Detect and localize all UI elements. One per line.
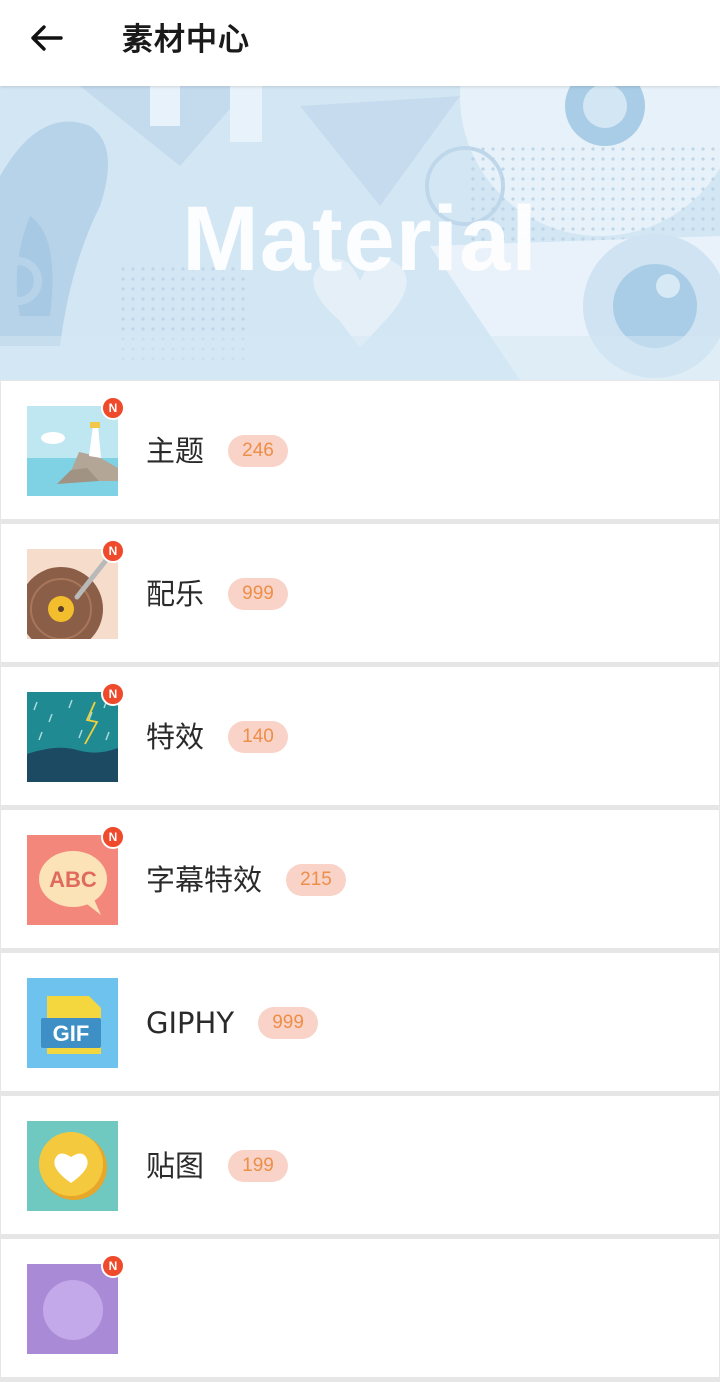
list-item-partial[interactable]: N — [1, 1239, 719, 1377]
list-item-theme[interactable]: N 主题 246 — [1, 381, 719, 519]
item-count-badge: 215 — [286, 864, 347, 896]
back-button[interactable] — [22, 18, 72, 62]
item-label: 字幕特效 — [146, 863, 263, 897]
abc-speech-bubble-icon: ABC — [27, 835, 118, 925]
list-item-subtitle-effects[interactable]: ABC N 字幕特效 215 — [1, 810, 719, 948]
svg-text:GIF: GIF — [53, 1021, 90, 1046]
list-item-effects[interactable]: N 特效 140 — [1, 667, 719, 805]
item-count-badge: 999 — [258, 1007, 319, 1039]
item-count-badge: 246 — [228, 435, 289, 467]
heart-sticker-icon — [27, 1121, 118, 1211]
lighthouse-theme-icon — [27, 406, 118, 496]
item-label: 贴图 — [146, 1149, 205, 1183]
app-bar: 素材中心 — [0, 0, 720, 86]
svg-text:ABC: ABC — [49, 867, 97, 892]
arrow-left-icon — [30, 23, 64, 57]
material-category-list: N 主题 246 N 配乐 999 N 特效 140 ABC N 字幕特效 21… — [0, 380, 720, 1382]
item-label: 特效 — [146, 720, 205, 754]
new-badge: N — [101, 1254, 125, 1278]
item-label: 配乐 — [146, 577, 205, 611]
new-badge: N — [101, 682, 125, 706]
gif-file-icon: GIF — [27, 978, 118, 1068]
purple-circle-icon — [27, 1264, 118, 1354]
new-badge: N — [101, 539, 125, 563]
item-count-badge: 999 — [228, 578, 289, 610]
new-badge: N — [101, 825, 125, 849]
banner-title: Material — [182, 187, 538, 290]
item-label: 主题 — [146, 434, 205, 468]
page-title: 素材中心 — [122, 22, 250, 58]
item-count-badge: 199 — [228, 1150, 289, 1182]
item-label: GIPHY — [146, 1006, 235, 1040]
rain-lightning-effect-icon — [27, 692, 118, 782]
list-item-music[interactable]: N 配乐 999 — [1, 524, 719, 662]
list-item-stickers[interactable]: 贴图 199 — [1, 1096, 719, 1234]
vinyl-record-music-icon — [27, 549, 118, 639]
material-banner[interactable]: Material — [0, 86, 720, 380]
item-count-badge: 140 — [228, 721, 289, 753]
list-item-giphy[interactable]: GIF GIPHY 999 — [1, 953, 719, 1091]
new-badge: N — [101, 396, 125, 420]
